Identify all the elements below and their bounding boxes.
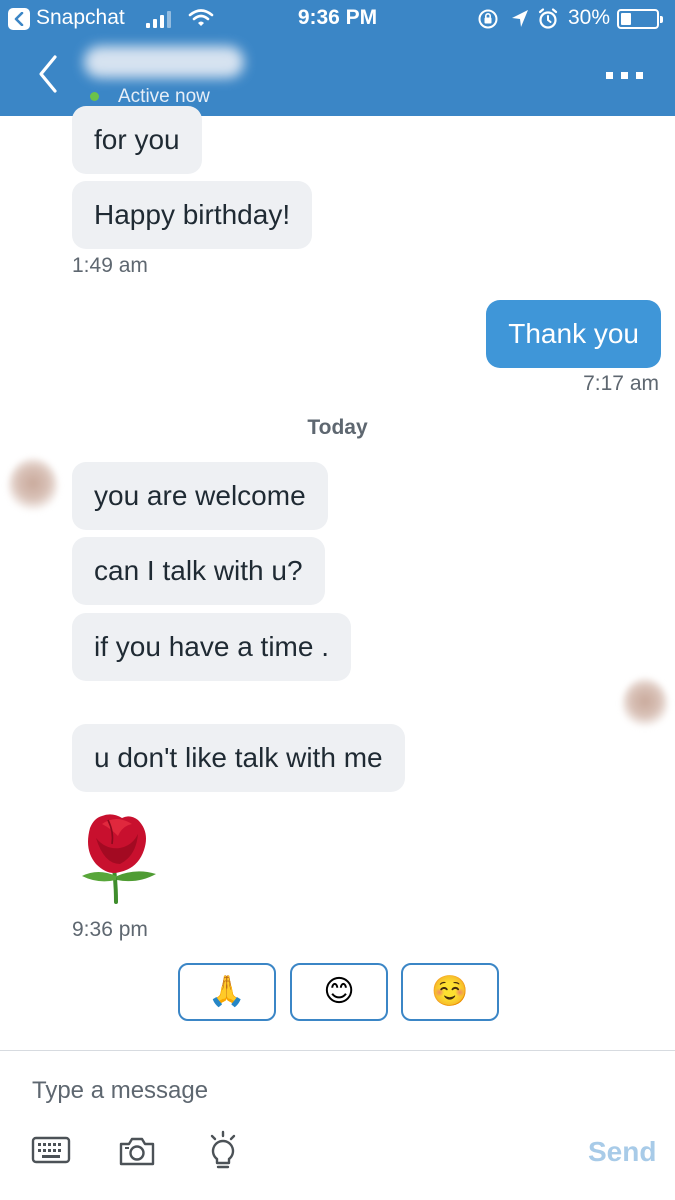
composer-divider xyxy=(0,1050,675,1051)
day-separator: Today xyxy=(307,416,368,439)
message-bubble-received[interactable]: you are welcome xyxy=(72,462,328,530)
message-bubble-received[interactable]: u don't like talk with me xyxy=(72,724,405,792)
presence-text: Active now xyxy=(118,86,210,104)
lightbulb-icon[interactable] xyxy=(206,1130,240,1172)
rotation-lock-icon xyxy=(478,9,498,29)
message-timestamp: 9:36 pm xyxy=(72,918,148,941)
contact-name-redacted[interactable] xyxy=(84,46,244,78)
contact-avatar[interactable] xyxy=(8,458,58,514)
read-receipt-avatar xyxy=(622,678,668,730)
location-icon xyxy=(512,10,528,27)
battery-icon xyxy=(617,9,663,29)
top-bar: Snapchat 9:36 PM 30% Active now xyxy=(0,0,675,116)
active-status-dot xyxy=(90,92,99,101)
chat-header: Active now xyxy=(0,38,675,116)
camera-icon[interactable] xyxy=(118,1134,156,1168)
battery-percent: 30% xyxy=(568,6,611,29)
message-input[interactable] xyxy=(32,1072,532,1110)
more-options-icon[interactable] xyxy=(606,72,644,80)
quick-reply-pray[interactable]: 🙏 xyxy=(178,963,276,1021)
message-bubble-received[interactable]: for you xyxy=(72,106,202,174)
keyboard-icon[interactable] xyxy=(31,1134,71,1166)
quick-reply-relaxed[interactable]: ☺️ xyxy=(401,963,499,1021)
message-timestamp: 1:49 am xyxy=(72,254,148,277)
message-bubble-received[interactable]: can I talk with u? xyxy=(72,537,325,605)
status-bar: Snapchat 9:36 PM 30% xyxy=(0,0,675,38)
back-chevron-icon[interactable] xyxy=(36,54,60,94)
rose-emoji-icon[interactable] xyxy=(76,810,160,904)
message-bubble-received[interactable]: Happy birthday! xyxy=(72,181,313,249)
alarm-icon xyxy=(538,8,558,29)
quick-reply-smile[interactable]: 😊 xyxy=(290,963,388,1021)
send-button[interactable]: Send xyxy=(588,1136,656,1168)
message-timestamp: 7:17 am xyxy=(583,372,659,395)
message-bubble-received[interactable]: if you have a time . xyxy=(72,613,352,681)
message-bubble-sent[interactable]: Thank you xyxy=(486,300,661,368)
